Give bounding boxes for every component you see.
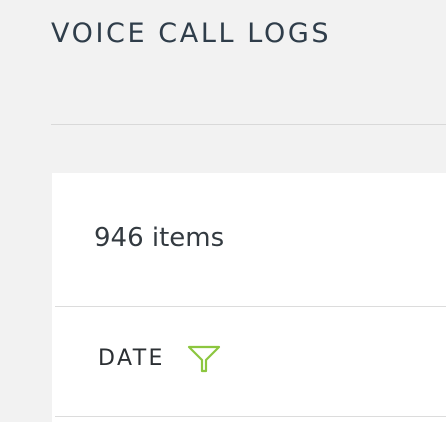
column-label-date: DATE — [98, 346, 165, 371]
header-divider — [51, 124, 446, 125]
call-logs-panel: 946 items DATE — [52, 173, 446, 422]
panel-divider — [55, 416, 446, 417]
panel-divider — [55, 306, 446, 307]
column-header-date: DATE — [98, 345, 221, 373]
page-title: VOICE CALL LOGS — [51, 18, 332, 49]
filter-icon[interactable] — [165, 345, 221, 373]
item-count: 946 items — [94, 223, 225, 253]
